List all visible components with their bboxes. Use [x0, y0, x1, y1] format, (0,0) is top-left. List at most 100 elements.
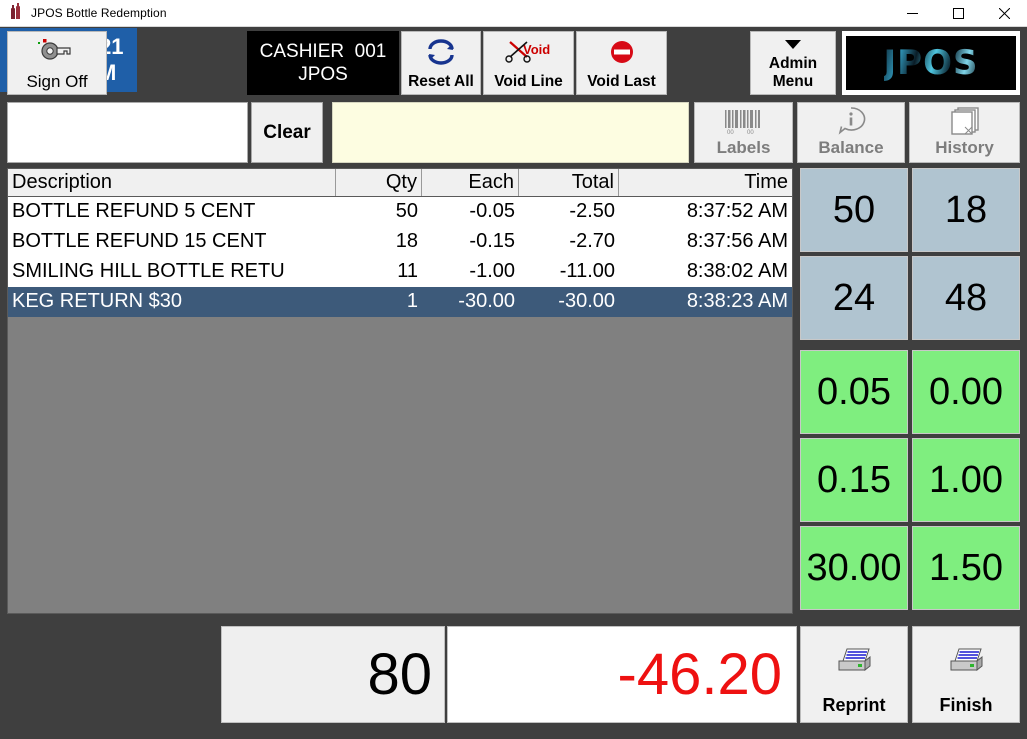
minimize-button[interactable]: [889, 0, 935, 27]
quantity-button-18[interactable]: 18: [912, 168, 1020, 252]
cell-time: 8:37:52 AM: [686, 200, 788, 222]
reprint-button[interactable]: Reprint: [800, 626, 908, 723]
value-button-3000-label: 30.00: [806, 546, 902, 589]
void-last-label: Void Last: [587, 73, 656, 90]
value-button-3000[interactable]: 30.00: [800, 526, 908, 610]
cell-each: -30.00: [458, 290, 515, 312]
quantity-total-display: 80: [221, 626, 445, 723]
cell-each: -0.05: [469, 200, 515, 222]
table-row[interactable]: BOTTLE REFUND 5 CENT 50 -0.05 -2.50 8:37…: [8, 197, 792, 227]
cell-description: BOTTLE REFUND 5 CENT: [12, 200, 256, 222]
value-button-000[interactable]: 0.00: [912, 350, 1020, 434]
cell-qty: 1: [406, 290, 418, 312]
cell-each: -1.00: [469, 260, 515, 282]
printer-icon: [832, 627, 876, 695]
quantity-button-24-label: 24: [832, 276, 876, 319]
info-bubble-icon: [833, 103, 869, 138]
amount-total-display: -46.20: [447, 626, 797, 723]
quantity-button-50[interactable]: 50: [800, 168, 908, 252]
balance-button[interactable]: Balance: [797, 102, 905, 163]
quantity-button-18-label: 18: [944, 188, 988, 231]
admin-menu-button[interactable]: Admin Menu: [750, 31, 836, 95]
void-line-label: Void Line: [494, 73, 563, 90]
documents-icon: [946, 103, 984, 138]
value-button-000-label: 0.00: [929, 370, 1003, 413]
refresh-icon: [425, 32, 457, 72]
cashier-display: CASHIER 001 JPOS: [247, 31, 399, 95]
cashier-id: CASHIER 001: [259, 41, 387, 62]
table-row[interactable]: BOTTLE REFUND 15 CENT 18 -0.15 -2.70 8:3…: [8, 227, 792, 257]
quantity-button-50-label: 50: [832, 188, 876, 231]
cell-time: 8:38:23 AM: [686, 290, 788, 312]
column-header-time[interactable]: Time: [619, 169, 792, 196]
cell-total: -30.00: [558, 290, 615, 312]
cell-description: BOTTLE REFUND 15 CENT: [12, 230, 267, 252]
balance-label: Balance: [818, 138, 884, 157]
admin-menu-label-2: Menu: [772, 73, 814, 90]
value-button-005[interactable]: 0.05: [800, 350, 908, 434]
cashier-name: JPOS: [298, 64, 348, 85]
labels-label: Labels: [716, 138, 771, 157]
value-button-100[interactable]: 1.00: [912, 438, 1020, 522]
maximize-button[interactable]: [935, 0, 981, 27]
labels-button[interactable]: 00 00 Labels: [694, 102, 793, 163]
cell-total: -2.50: [569, 200, 615, 222]
main-toolbar: Sign Off 12/27/2021 08:38 AM CASHIER 001…: [0, 28, 1027, 98]
cell-time: 8:38:02 AM: [686, 260, 788, 282]
barcode-icon: 00 00: [719, 103, 769, 138]
admin-menu-label-1: Admin: [768, 55, 818, 72]
cell-total: -11.00: [559, 260, 615, 282]
column-header-description[interactable]: Description: [8, 169, 336, 196]
cell-description: KEG RETURN $30: [12, 290, 183, 312]
no-entry-icon: [608, 32, 636, 72]
reset-all-button[interactable]: Reset All: [401, 31, 481, 95]
sign-off-label: Sign Off: [26, 72, 88, 91]
cell-time: 8:37:56 AM: [686, 230, 788, 252]
column-header-qty[interactable]: Qty: [336, 169, 422, 196]
table-row[interactable]: SMILING HILL BOTTLE RETU 11 -1.00 -11.00…: [8, 257, 792, 287]
value-button-100-label: 1.00: [929, 458, 1003, 501]
cell-qty: 11: [397, 260, 418, 282]
scissors-void-icon: Void: [504, 32, 553, 72]
bottle-icon: [8, 3, 24, 21]
clear-label: Clear: [263, 121, 311, 143]
value-button-150[interactable]: 1.50: [912, 526, 1020, 610]
cell-total: -2.70: [569, 230, 615, 252]
message-display: [332, 102, 689, 163]
jpos-logo-text: JPOS: [883, 43, 979, 83]
printer-icon: [944, 627, 988, 695]
svg-text:Void: Void: [523, 42, 550, 57]
finish-button[interactable]: Finish: [912, 626, 1020, 723]
column-header-total[interactable]: Total: [519, 169, 619, 196]
void-last-button[interactable]: Void Last: [576, 31, 667, 95]
table-row-selected[interactable]: KEG RETURN $30 1 -30.00 -30.00 8:38:23 A…: [8, 287, 792, 317]
quantity-button-48[interactable]: 48: [912, 256, 1020, 340]
window-title: JPOS Bottle Redemption: [31, 6, 167, 20]
svg-text:00: 00: [727, 130, 734, 135]
jpos-logo: JPOS: [842, 31, 1020, 95]
cell-qty: 50: [395, 200, 418, 222]
amount-total-value: -46.20: [617, 642, 782, 707]
sign-off-button[interactable]: Sign Off: [7, 31, 107, 95]
column-header-each[interactable]: Each: [422, 169, 519, 196]
quantity-button-24[interactable]: 24: [800, 256, 908, 340]
value-button-015-label: 0.15: [817, 458, 891, 501]
scan-input[interactable]: [7, 102, 248, 163]
cell-qty: 18: [395, 230, 418, 252]
transaction-list[interactable]: Description Qty Each Total Time BOTTLE R…: [7, 168, 793, 614]
reset-all-label: Reset All: [408, 73, 474, 90]
cell-each: -0.15: [469, 230, 515, 252]
list-header: Description Qty Each Total Time: [8, 169, 792, 197]
history-label: History: [935, 138, 994, 157]
history-button[interactable]: History: [909, 102, 1020, 163]
value-button-005-label: 0.05: [817, 370, 891, 413]
value-button-015[interactable]: 0.15: [800, 438, 908, 522]
close-button[interactable]: [981, 0, 1027, 27]
clear-button[interactable]: Clear: [251, 102, 323, 163]
quantity-total-value: 80: [367, 642, 432, 707]
chevron-down-icon: [782, 32, 804, 55]
void-line-button[interactable]: Void Void Line: [483, 31, 574, 95]
cell-description: SMILING HILL BOTTLE RETU: [12, 260, 285, 282]
quantity-button-48-label: 48: [944, 276, 988, 319]
entry-row: Clear 00 00 Labels Balance History: [0, 99, 1027, 166]
